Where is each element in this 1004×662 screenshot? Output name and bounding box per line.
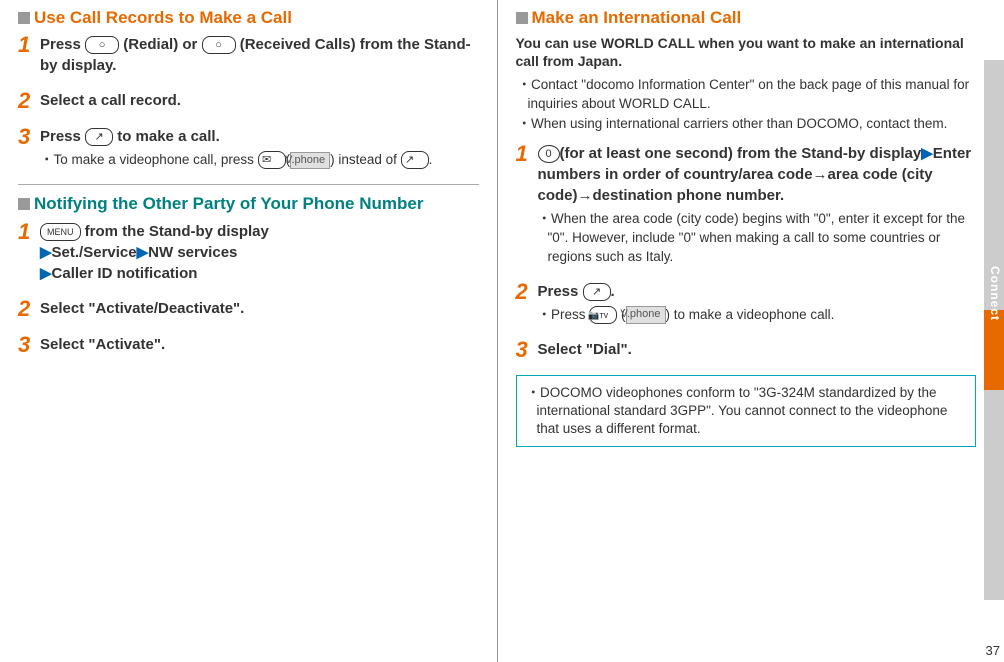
received-key-icon: ○ xyxy=(202,36,236,54)
step-body: MENU from the Stand-by display ▶Set./Ser… xyxy=(40,221,479,284)
step-number: 1 xyxy=(18,221,40,243)
step-body: 0(for at least one second) from the Stan… xyxy=(538,143,977,267)
text: NW services xyxy=(148,244,237,261)
chevron-icon: ▶ xyxy=(40,244,52,261)
call-key-icon: ↗ xyxy=(583,283,611,301)
zero-key-icon: 0 xyxy=(538,145,560,163)
step-number: 1 xyxy=(18,34,40,56)
bullet-item: ・When using international carriers other… xyxy=(516,115,977,133)
step-body: Select a call record. xyxy=(40,90,479,111)
text: Press xyxy=(40,128,85,145)
camera-tv-key-icon: 📷ᴛᴠ xyxy=(589,306,617,324)
chevron-icon: ▶ xyxy=(40,265,52,282)
chevron-icon: ▶ xyxy=(921,145,933,162)
mail-key-icon: ✉ xyxy=(258,151,286,169)
step-number: 3 xyxy=(18,126,40,148)
text: ) to make a videophone call. xyxy=(666,307,835,322)
vphone-label: V.phone xyxy=(290,152,330,169)
note-text: ・DOCOMO videophones conform to "3G-324M … xyxy=(527,384,966,439)
chevron-icon: ▶ xyxy=(137,244,149,261)
text: ) instead of xyxy=(330,152,401,167)
text: ・To make a videophone call, press xyxy=(40,152,258,167)
side-tab xyxy=(984,60,1004,600)
section-title-caller-id: Notifying the Other Party of Your Phone … xyxy=(18,193,479,215)
text: from the Stand-by display xyxy=(81,223,269,240)
bullet-list: ・Contact "docomo Information Center" on … xyxy=(516,76,977,133)
step-1b: 1 MENU from the Stand-by display ▶Set./S… xyxy=(18,221,479,284)
step-r3: 3 Select "Dial". xyxy=(516,339,977,361)
step-body: Press ○ (Redial) or ○ (Received Calls) f… xyxy=(40,34,479,76)
title-text: Make an International Call xyxy=(532,8,742,28)
text: (for at least one second) from the Stand… xyxy=(560,145,922,162)
step-number: 3 xyxy=(18,334,40,356)
title-text: Use Call Records to Make a Call xyxy=(34,8,292,28)
menu-key-icon: MENU xyxy=(40,223,81,241)
step-body: Select "Activate". xyxy=(40,334,479,355)
step-sub: ・When the area code (city code) begins w… xyxy=(538,210,977,267)
step-body: Press ↗. ・Press 📷ᴛᴠ (V.phone) to make a … xyxy=(538,281,977,325)
call-key-icon: ↗ xyxy=(401,151,429,169)
text: Caller ID notification xyxy=(52,265,198,282)
text: . xyxy=(611,283,615,300)
step-number: 2 xyxy=(516,281,538,303)
step-body: Press ↗ to make a call. ・To make a video… xyxy=(40,126,479,170)
text: . xyxy=(429,152,433,167)
step-body: Select "Activate/Deactivate". xyxy=(40,298,479,319)
title-text: Notifying the Other Party of Your Phone … xyxy=(34,193,423,215)
text: Press xyxy=(538,283,583,300)
step-r2: 2 Press ↗. ・Press 📷ᴛᴠ (V.phone) to make … xyxy=(516,281,977,325)
page-number: 37 xyxy=(986,643,1000,658)
square-bullet-icon xyxy=(516,12,528,24)
note-box: ・DOCOMO videophones conform to "3G-324M … xyxy=(516,375,977,448)
step-number: 2 xyxy=(18,90,40,112)
square-bullet-icon xyxy=(18,12,30,24)
step-body: Select "Dial". xyxy=(538,339,977,360)
divider xyxy=(18,184,479,185)
text: (Redial) or xyxy=(119,36,202,53)
section-title-call-records: Use Call Records to Make a Call xyxy=(18,8,479,28)
square-bullet-icon xyxy=(18,198,30,210)
text: ・Press xyxy=(538,307,590,322)
step-3: 3 Press ↗ to make a call. ・To make a vid… xyxy=(18,126,479,170)
text: Press xyxy=(40,36,85,53)
step-sub: ・Press 📷ᴛᴠ (V.phone) to make a videophon… xyxy=(538,306,977,325)
vphone-label: V.phone xyxy=(626,306,666,323)
side-tab-label: Connect xyxy=(988,266,1002,321)
redial-key-icon: ○ xyxy=(85,36,119,54)
step-number: 2 xyxy=(18,298,40,320)
text: Set./Service xyxy=(52,244,137,261)
text: to make a call. xyxy=(113,128,220,145)
step-3b: 3 Select "Activate". xyxy=(18,334,479,356)
step-sub: ・To make a videophone call, press ✉(V.ph… xyxy=(40,151,479,170)
step-2b: 2 Select "Activate/Deactivate". xyxy=(18,298,479,320)
intro-text: You can use WORLD CALL when you want to … xyxy=(516,34,977,70)
step-number: 3 xyxy=(516,339,538,361)
step-r1: 1 0(for at least one second) from the St… xyxy=(516,143,977,267)
step-number: 1 xyxy=(516,143,538,165)
step-1: 1 Press ○ (Redial) or ○ (Received Calls)… xyxy=(18,34,479,76)
bullet-item: ・Contact "docomo Information Center" on … xyxy=(516,76,977,112)
step-2: 2 Select a call record. xyxy=(18,90,479,112)
section-title-intl: Make an International Call xyxy=(516,8,977,28)
call-key-icon: ↗ xyxy=(85,128,113,146)
